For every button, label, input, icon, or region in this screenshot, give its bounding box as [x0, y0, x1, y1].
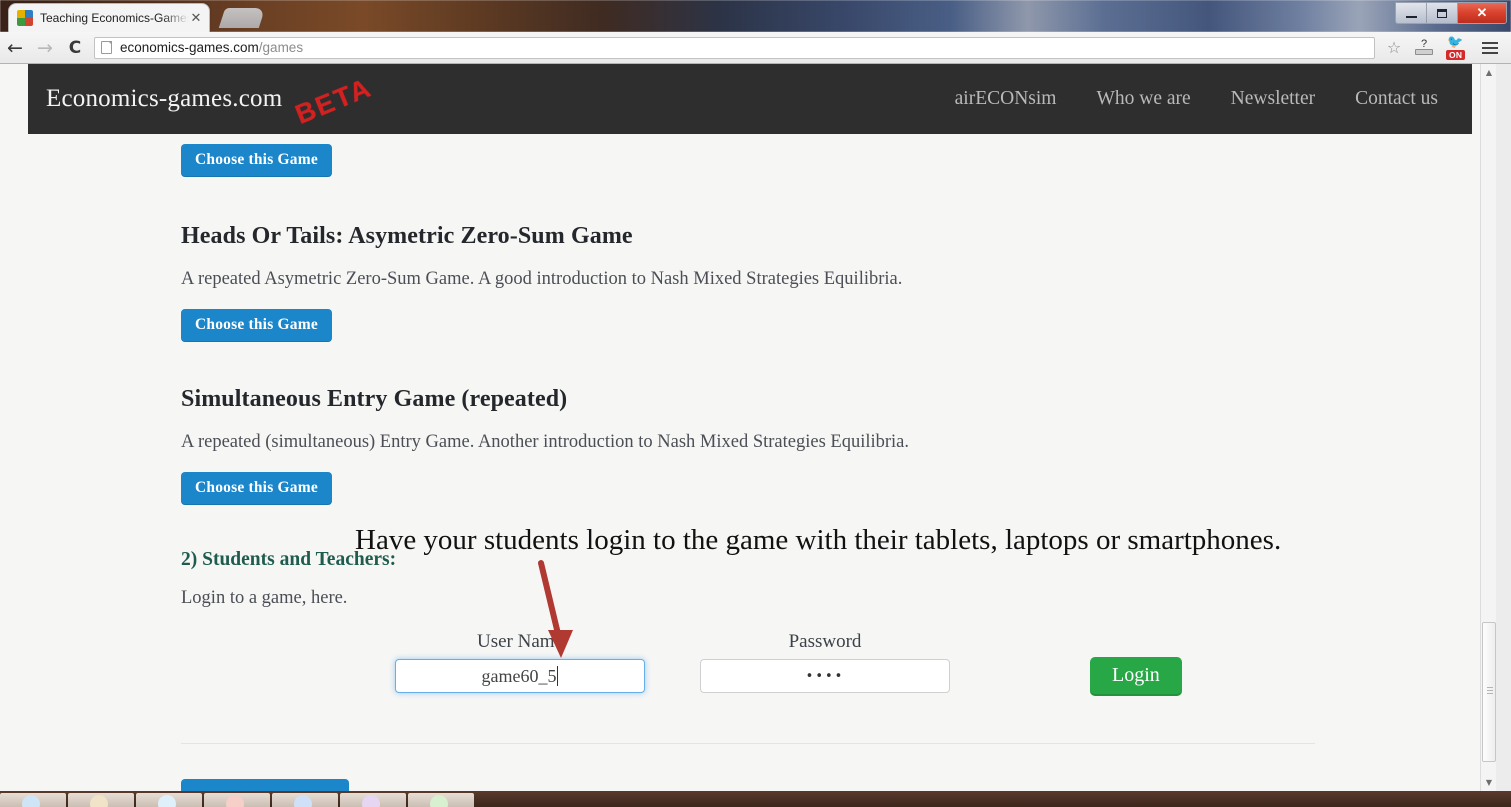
maximize-button[interactable]: [1427, 3, 1458, 23]
back-icon[interactable]: ←: [0, 33, 30, 63]
choose-game-button-0[interactable]: Choose this Game: [181, 144, 332, 177]
game-block-simultaneous-entry: Simultaneous Entry Game (repeated) A rep…: [0, 342, 1496, 505]
scroll-down-icon[interactable]: ▼: [1481, 774, 1497, 791]
os-taskbar: [0, 791, 1511, 807]
taskbar-item[interactable]: [68, 793, 134, 807]
site-brand[interactable]: Economics-games.com: [46, 85, 282, 113]
nav-item-contact-us[interactable]: Contact us: [1355, 88, 1438, 110]
choose-game-button-3-partial[interactable]: [181, 779, 349, 791]
close-window-button[interactable]: ✕: [1458, 3, 1506, 23]
site-favicon: [17, 10, 33, 26]
url-path: /games: [258, 40, 304, 55]
site-header: Economics-games.com BETA airECONsim Who …: [28, 64, 1472, 134]
choose-game-button-1[interactable]: Choose this Game: [181, 309, 332, 342]
browser-tab-strip: Teaching Economics-Games ✕: [0, 0, 1511, 32]
minimize-button[interactable]: [1396, 3, 1427, 23]
game-title: Heads Or Tails: Asymetric Zero-Sum Game: [181, 223, 633, 249]
game-description: A repeated (simultaneous) Entry Game. An…: [181, 432, 910, 452]
browser-toolbar: ← → C economics-games.com/games ☆ ? 🐦 ON: [0, 32, 1511, 64]
close-icon[interactable]: ✕: [189, 11, 203, 25]
text-caret: [557, 666, 559, 686]
game-block-heads-or-tails: Heads Or Tails: Asymetric Zero-Sum Game …: [0, 177, 1496, 342]
password-label: Password: [788, 631, 862, 652]
game-description: A repeated Asymetric Zero-Sum Game. A go…: [181, 269, 903, 289]
nav-item-aireconsim[interactable]: airECONsim: [955, 88, 1057, 110]
scroll-up-icon[interactable]: ▲: [1481, 64, 1497, 81]
extension-on-badge: ON: [1446, 49, 1466, 60]
reload-icon[interactable]: C: [60, 33, 90, 63]
taskbar-item[interactable]: [136, 793, 202, 807]
page-scrollbar[interactable]: ▲ ▼: [1480, 64, 1496, 791]
beta-stamp: BETA: [291, 71, 377, 130]
username-value: game60_5: [481, 665, 557, 686]
url-text: economics-games.com/games: [120, 40, 303, 55]
forward-icon[interactable]: →: [30, 33, 60, 63]
taskbar-item[interactable]: [204, 793, 270, 807]
password-value: ••••: [805, 668, 845, 684]
login-form: User Name game60_5 Password •••• Login: [0, 631, 1496, 711]
annotation-arrow-icon: [538, 560, 573, 658]
page-viewport: Economics-games.com BETA airECONsim Who …: [0, 64, 1496, 791]
nav-item-newsletter[interactable]: Newsletter: [1231, 88, 1315, 110]
page-content: Choose this Game Heads Or Tails: Asymetr…: [0, 134, 1496, 744]
url-domain: economics-games.com: [120, 40, 259, 55]
browser-tab-title: Teaching Economics-Games: [40, 11, 189, 25]
section-subtitle: Login to a game, here.: [181, 588, 348, 608]
screenshot-root: Teaching Economics-Games ✕ ✕ ← → C econo…: [0, 0, 1511, 807]
page-document-icon: [101, 41, 112, 54]
window-controls: ✕: [1395, 2, 1507, 24]
bookmark-star-icon[interactable]: ☆: [1381, 38, 1407, 57]
game-block-previous: Choose this Game: [0, 134, 1496, 177]
pdf-extension-icon[interactable]: ?: [1407, 33, 1441, 63]
students-teachers-section: 2) Students and Teachers: Login to a gam…: [0, 505, 1496, 609]
taskbar-item[interactable]: [340, 793, 406, 807]
taskbar-item[interactable]: [0, 793, 66, 807]
scrollbar-thumb[interactable]: [1482, 622, 1496, 762]
browser-tab[interactable]: Teaching Economics-Games ✕: [8, 3, 210, 32]
content-divider: [181, 743, 1315, 744]
password-field-group: Password ••••: [700, 631, 950, 693]
bird-icon: 🐦: [1447, 34, 1464, 50]
browser-menu-icon[interactable]: [1475, 41, 1505, 54]
on-extension-icon[interactable]: 🐦 ON: [1441, 33, 1475, 63]
username-input[interactable]: game60_5: [395, 659, 645, 693]
nav-item-who-we-are[interactable]: Who we are: [1096, 88, 1190, 110]
login-button[interactable]: Login: [1090, 657, 1182, 696]
taskbar-item[interactable]: [408, 793, 474, 807]
address-bar[interactable]: economics-games.com/games: [94, 36, 1375, 59]
game-title: Simultaneous Entry Game (repeated): [181, 386, 568, 412]
question-glyph: ?: [1421, 37, 1428, 50]
page-right-gutter: [1496, 64, 1511, 791]
annotation-text: Have your students login to the game wit…: [355, 524, 1282, 556]
taskbar-item[interactable]: [272, 793, 338, 807]
site-nav: airECONsim Who we are Newsletter Contact…: [955, 88, 1438, 110]
choose-game-button-2[interactable]: Choose this Game: [181, 472, 332, 505]
password-input[interactable]: ••••: [700, 659, 950, 693]
new-tab-button[interactable]: [218, 8, 266, 28]
